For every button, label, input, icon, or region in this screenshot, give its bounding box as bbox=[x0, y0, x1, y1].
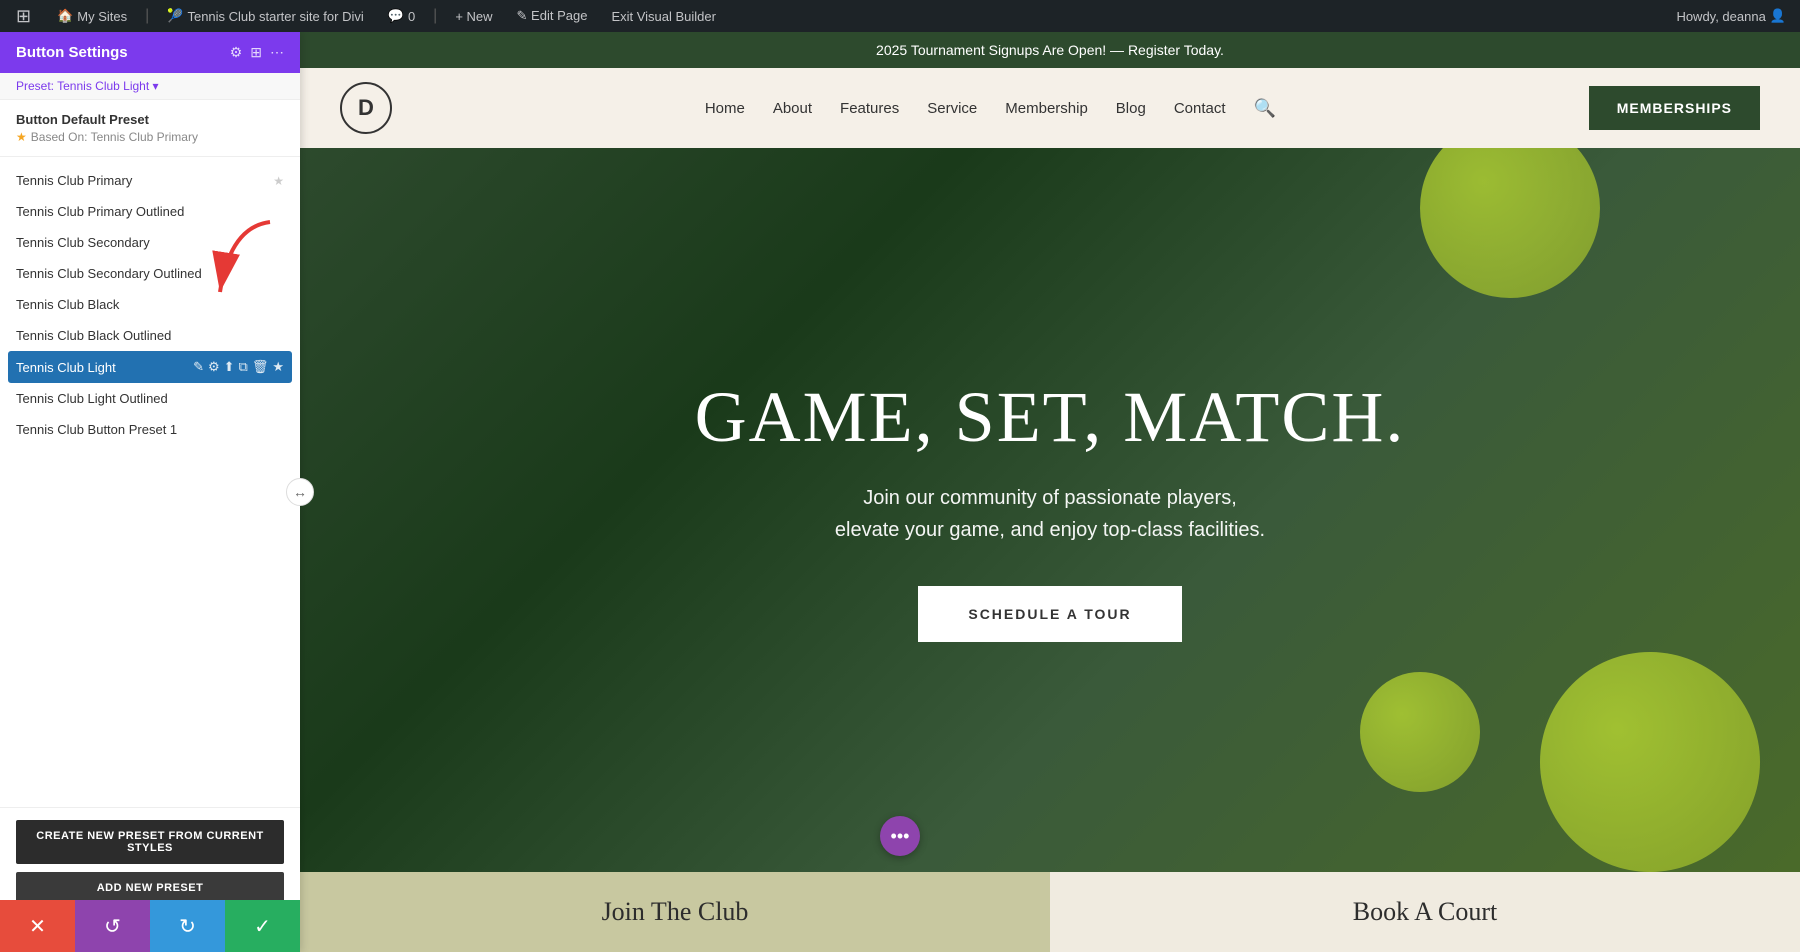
preset-item-primary-outlined[interactable]: Tennis Club Primary Outlined bbox=[0, 196, 300, 227]
home-icon: 🏠 bbox=[57, 8, 73, 24]
expand-panel-handle[interactable]: ↔ bbox=[286, 478, 314, 506]
admin-tennis-club[interactable]: 🎾 Tennis Club starter site for Divi bbox=[161, 0, 369, 32]
panel-default-preset: Button Default Preset ★ Based On: Tennis… bbox=[0, 100, 300, 157]
left-panel: Button Settings ⚙ ⊞ ⋯ Preset: Tennis Clu… bbox=[0, 32, 300, 952]
save-button[interactable]: ✓ bbox=[225, 900, 300, 952]
trash-icon[interactable]: 🗑 bbox=[252, 359, 269, 375]
nav-contact[interactable]: Contact bbox=[1174, 100, 1226, 117]
undo-button[interactable]: ↺ bbox=[75, 900, 150, 952]
preset-label: Tennis Club Button Preset 1 bbox=[16, 422, 284, 437]
panel-title: Button Settings bbox=[16, 44, 128, 61]
admin-comments[interactable]: 💬 0 bbox=[382, 0, 421, 32]
preset-label: Tennis Club Primary bbox=[16, 173, 273, 188]
bottom-strip: Join The Club Book A Court bbox=[300, 872, 1800, 952]
preset-list: Tennis Club Primary ★ Tennis Club Primar… bbox=[0, 157, 300, 807]
join-club-text: Join The Club bbox=[602, 897, 749, 927]
bottom-toolbar: ✕ ↺ ↻ ✓ bbox=[0, 900, 300, 952]
panel-grid-icon[interactable]: ⊞ bbox=[250, 44, 262, 61]
fab-dots-icon: ••• bbox=[891, 826, 910, 847]
copy-icon[interactable]: ⧉ bbox=[239, 359, 248, 375]
preset-label: Tennis Club Black bbox=[16, 297, 284, 312]
preset-item-black-outlined[interactable]: Tennis Club Black Outlined bbox=[0, 320, 300, 351]
admin-my-sites[interactable]: 🏠 My Sites bbox=[51, 0, 133, 32]
preset-item-button-preset-1[interactable]: Tennis Club Button Preset 1 bbox=[0, 414, 300, 445]
nav-about[interactable]: About bbox=[773, 100, 812, 117]
panel-preset-label[interactable]: Preset: Tennis Club Light ▾ bbox=[0, 73, 300, 100]
preset-actions: ✎ ⚙ ⬆ ⧉ 🗑 ★ bbox=[193, 359, 284, 375]
panel-header: Button Settings ⚙ ⊞ ⋯ bbox=[0, 32, 300, 73]
preset-item-primary[interactable]: Tennis Club Primary ★ bbox=[0, 165, 300, 196]
preset-item-light-outlined[interactable]: Tennis Club Light Outlined bbox=[0, 383, 300, 414]
pencil-icon[interactable]: ✎ bbox=[193, 359, 204, 375]
admin-bar-right: Howdy, deanna 👤 bbox=[1670, 8, 1792, 24]
memberships-button[interactable]: MEMBERSHIPS bbox=[1589, 86, 1760, 130]
book-court-text: Book A Court bbox=[1353, 897, 1497, 927]
strip-join-club[interactable]: Join The Club bbox=[300, 872, 1050, 952]
default-preset-title: Button Default Preset bbox=[16, 112, 284, 127]
star-filled-icon[interactable]: ★ bbox=[272, 359, 284, 375]
nav-service[interactable]: Service bbox=[927, 100, 977, 117]
preset-label: Tennis Club Secondary bbox=[16, 235, 284, 250]
announcement-bar: 2025 Tournament Signups Are Open! — Regi… bbox=[300, 32, 1800, 68]
default-preset-sub: ★ Based On: Tennis Club Primary bbox=[16, 130, 284, 144]
comment-icon: 💬 bbox=[388, 8, 404, 24]
preset-item-light[interactable]: Tennis Club Light ✎ ⚙ ⬆ ⧉ 🗑 ★ bbox=[8, 351, 292, 383]
schedule-tour-button[interactable]: SCHEDULE A TOUR bbox=[918, 586, 1181, 642]
logo-circle[interactable]: D bbox=[340, 82, 392, 134]
preset-label: Tennis Club Black Outlined bbox=[16, 328, 284, 343]
redo-button[interactable]: ↻ bbox=[150, 900, 225, 952]
website-area: 2025 Tournament Signups Are Open! — Regi… bbox=[300, 32, 1800, 952]
admin-edit-page[interactable]: ✎ Edit Page bbox=[511, 0, 594, 32]
hero-subtitle: Join our community of passionate players… bbox=[695, 482, 1406, 546]
create-preset-button[interactable]: CREATE NEW PRESET FROM CURRENT STYLES bbox=[16, 820, 284, 864]
preset-label: Tennis Club Light Outlined bbox=[16, 391, 284, 406]
header-right: MEMBERSHIPS bbox=[1589, 86, 1760, 130]
gear-icon[interactable]: ⚙ bbox=[208, 359, 220, 375]
preset-label: Tennis Club Light bbox=[16, 360, 193, 375]
admin-bar: ⊞ 🏠 My Sites | 🎾 Tennis Club starter sit… bbox=[0, 0, 1800, 32]
search-icon[interactable]: 🔍 bbox=[1254, 98, 1276, 119]
site-nav: Home About Features Service Membership B… bbox=[705, 98, 1276, 119]
site-header: D Home About Features Service Membership… bbox=[300, 68, 1800, 148]
panel-header-icons: ⚙ ⊞ ⋯ bbox=[230, 44, 284, 61]
nav-home[interactable]: Home bbox=[705, 100, 745, 117]
avatar-icon: 👤 bbox=[1770, 8, 1786, 24]
hero-title: GAME, SET, MATCH. bbox=[695, 378, 1406, 457]
tennis-ball-decoration-3 bbox=[1360, 672, 1480, 792]
hero-section: GAME, SET, MATCH. Join our community of … bbox=[300, 148, 1800, 872]
tennis-ball-decoration-2 bbox=[1540, 652, 1760, 872]
preset-item-secondary-outlined[interactable]: Tennis Club Secondary Outlined bbox=[0, 258, 300, 289]
upload-icon[interactable]: ⬆ bbox=[224, 359, 235, 375]
nav-features[interactable]: Features bbox=[840, 100, 899, 117]
panel-settings-icon[interactable]: ⚙ bbox=[230, 44, 243, 61]
nav-blog[interactable]: Blog bbox=[1116, 100, 1146, 117]
preset-item-black[interactable]: Tennis Club Black bbox=[0, 289, 300, 320]
star-icon: ★ bbox=[16, 130, 27, 144]
preset-label: Tennis Club Secondary Outlined bbox=[16, 266, 284, 281]
hero-content: GAME, SET, MATCH. Join our community of … bbox=[695, 378, 1406, 641]
tennis-icon: 🎾 bbox=[167, 8, 183, 24]
preset-star-icon: ★ bbox=[273, 174, 284, 188]
site-logo: D bbox=[340, 82, 392, 134]
admin-exit-vb[interactable]: Exit Visual Builder bbox=[605, 0, 722, 32]
admin-new[interactable]: + New bbox=[449, 0, 498, 32]
preset-label: Tennis Club Primary Outlined bbox=[16, 204, 284, 219]
nav-membership[interactable]: Membership bbox=[1005, 100, 1088, 117]
wp-logo-icon[interactable]: ⊞ bbox=[8, 6, 39, 27]
preset-item-secondary[interactable]: Tennis Club Secondary bbox=[0, 227, 300, 258]
cancel-button[interactable]: ✕ bbox=[0, 900, 75, 952]
panel-dots-icon[interactable]: ⋯ bbox=[270, 44, 284, 61]
admin-greeting[interactable]: Howdy, deanna 👤 bbox=[1670, 8, 1792, 24]
floating-action-button[interactable]: ••• bbox=[880, 816, 920, 856]
strip-book-court[interactable]: Book A Court bbox=[1050, 872, 1800, 952]
main-layout: Button Settings ⚙ ⊞ ⋯ Preset: Tennis Clu… bbox=[0, 32, 1800, 952]
